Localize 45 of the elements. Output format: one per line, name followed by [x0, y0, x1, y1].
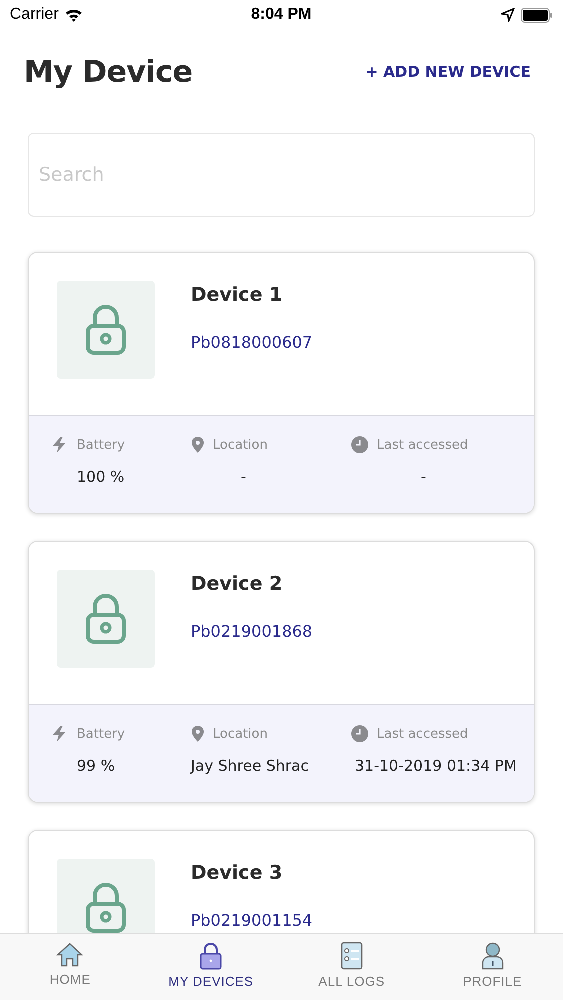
- stat-value: -: [240, 468, 248, 486]
- stat-label: Last accessed: [377, 726, 468, 742]
- stat-value: 99 %: [76, 757, 116, 775]
- tab[interactable]: HOME: [0, 934, 141, 1000]
- location-pin-icon: [191, 436, 205, 454]
- add-device-button[interactable]: + ADD NEW DEVICE: [366, 63, 531, 81]
- padlock-icon: [199, 942, 224, 970]
- stat-value: 100 %: [76, 468, 126, 486]
- clock-icon: [351, 725, 369, 743]
- tab[interactable]: ALL LOGS: [282, 934, 422, 1000]
- person-icon: [480, 942, 505, 970]
- tab[interactable]: PROFILE: [422, 934, 563, 1000]
- stat-label: Last accessed: [377, 438, 468, 452]
- carrier-label: Carrier: [10, 6, 59, 24]
- list-icon: [340, 942, 363, 970]
- battery-icon: [521, 8, 553, 22]
- device-serial: Pb0219001154: [191, 911, 313, 930]
- house-icon: [56, 942, 84, 968]
- lightning-icon: [51, 725, 69, 743]
- stat-value: -: [420, 468, 428, 486]
- padlock-icon: [85, 304, 127, 356]
- device-card[interactable]: Device 3 Pb0219001154: [28, 830, 535, 933]
- clock-time: 8:04 PM: [251, 6, 312, 24]
- stat-label: Location: [213, 438, 268, 452]
- device-card[interactable]: Device 2 Pb0219001868 Battery 99 % Location Jay Shree Shrac Last accessed 31-10-2019 01:34 PM: [28, 541, 535, 803]
- wifi-icon: [64, 8, 83, 22]
- tab[interactable]: MY DEVICES: [140, 934, 282, 1000]
- clock-icon: [351, 436, 369, 454]
- device-serial: Pb0219001868: [191, 622, 313, 641]
- stat-value: 31-10-2019 01:34 PM: [354, 757, 518, 775]
- padlock-icon: [85, 593, 127, 645]
- page-title: My Device: [24, 54, 193, 90]
- device-name: Device 1: [191, 284, 284, 306]
- stat-label: Battery: [77, 438, 126, 452]
- location-arrow-icon: [501, 8, 515, 22]
- device-name: Device 3: [191, 862, 284, 884]
- device-name: Device 2: [191, 573, 284, 595]
- device-card[interactable]: Device 1 Pb0818000607 Battery 100 % Location - Last accessed -: [28, 252, 535, 514]
- location-pin-icon: [191, 725, 205, 743]
- device-serial: Pb0818000607: [191, 333, 313, 352]
- padlock-icon: [85, 882, 127, 933]
- stat-label: Location: [213, 726, 268, 742]
- lightning-icon: [51, 436, 69, 454]
- stat-label: Battery: [77, 726, 126, 742]
- stat-value: Jay Shree Shrac: [191, 757, 310, 775]
